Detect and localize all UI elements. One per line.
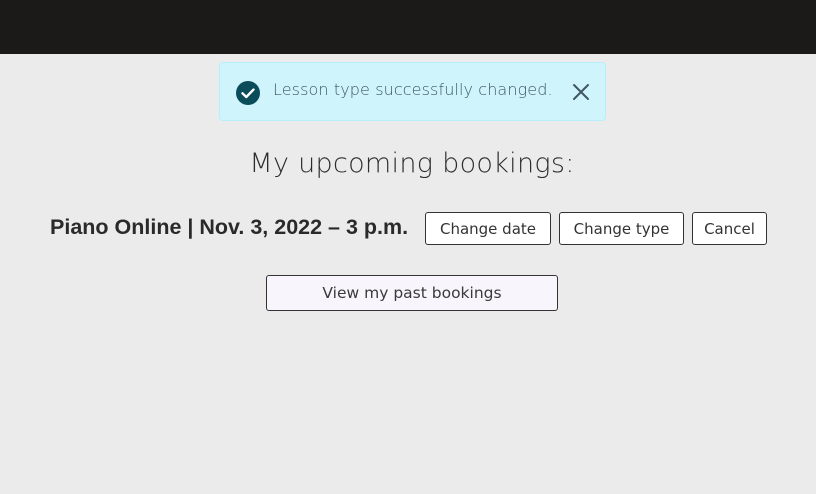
cancel-button[interactable]: Cancel bbox=[692, 212, 767, 245]
change-type-button[interactable]: Change type bbox=[559, 212, 684, 245]
view-past-bookings-button[interactable]: View my past bookings bbox=[266, 275, 558, 311]
check-circle-icon bbox=[236, 81, 260, 105]
change-date-button[interactable]: Change date bbox=[425, 212, 551, 245]
alert-message: Lesson type successfully changed. bbox=[273, 80, 553, 99]
top-navbar bbox=[0, 0, 816, 54]
page-title: My upcoming bookings: bbox=[249, 148, 575, 179]
booking-title: Piano Online | Nov. 3, 2022 – 3 p.m. bbox=[50, 215, 409, 239]
success-alert: Lesson type successfully changed. bbox=[219, 62, 606, 121]
close-icon[interactable] bbox=[570, 81, 592, 103]
